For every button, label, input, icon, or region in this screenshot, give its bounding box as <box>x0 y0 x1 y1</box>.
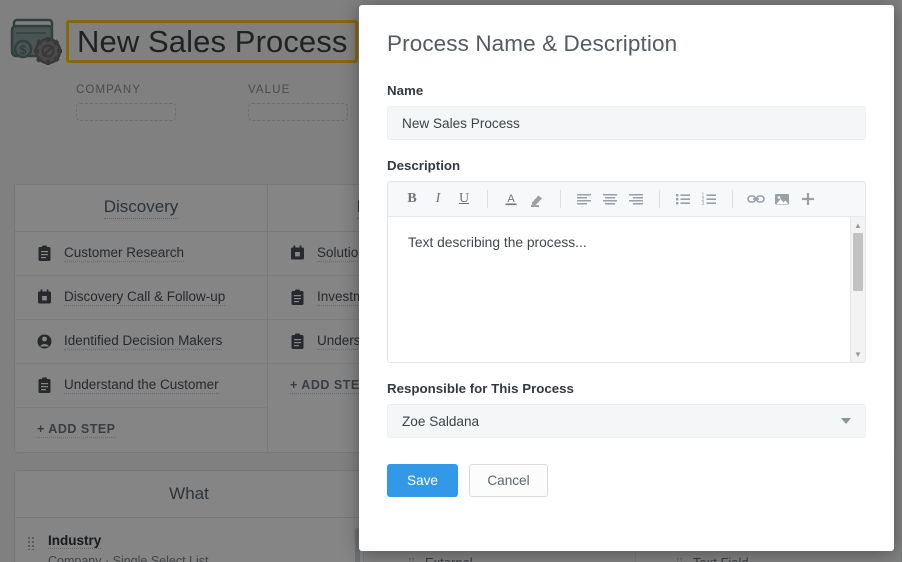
plus-icon[interactable] <box>796 187 820 211</box>
meta-label-company: COMPANY <box>76 84 141 96</box>
cancel-button[interactable]: Cancel <box>469 464 548 497</box>
what-panel-title: What <box>169 484 209 503</box>
toolbar-divider <box>659 190 660 208</box>
step-row[interactable]: Identified Decision Makers <box>15 320 267 364</box>
align-left-icon[interactable] <box>572 187 596 211</box>
description-editor: B I U A 1 2 3 Text describing the proces… <box>387 181 866 363</box>
step-label: Understand the Customer <box>64 377 219 394</box>
italic-icon[interactable]: I <box>426 187 450 211</box>
step-label: Underst <box>317 333 365 350</box>
svg-text:$: $ <box>20 43 27 57</box>
wallet-gear-icon: $ <box>10 16 66 68</box>
list-item[interactable]: Industry Company · Single Select List <box>15 532 363 562</box>
page-title: New Sales Process <box>77 24 348 59</box>
clipboard-icon <box>38 245 51 261</box>
process-title-highlight[interactable]: New Sales Process <box>66 20 359 63</box>
editor-scrollbar[interactable]: ▲ ▼ <box>850 217 865 362</box>
text-color-icon[interactable]: A <box>499 187 523 211</box>
drag-handle-icon[interactable] <box>408 557 415 562</box>
responsible-label: Responsible for This Process <box>387 381 574 396</box>
drag-handle-icon[interactable] <box>27 536 36 550</box>
person-circle-icon <box>37 334 52 349</box>
step-label: Discovery Call & Follow-up <box>64 289 226 306</box>
scrollbar-thumb[interactable] <box>853 233 863 291</box>
screen: $ New Sales Process COMPANY VALUE Discov… <box>0 0 902 562</box>
clipboard-icon <box>291 289 304 305</box>
bullet-list-icon[interactable] <box>671 187 695 211</box>
clipboard-icon <box>291 333 304 349</box>
bold-icon[interactable]: B <box>400 187 424 211</box>
meta-field-value: VALUE <box>248 84 348 121</box>
description-textarea[interactable]: Text describing the process... ▲ ▼ <box>388 217 865 362</box>
calendar-icon <box>38 289 51 304</box>
calendar-icon <box>291 245 304 260</box>
scroll-down-icon[interactable]: ▼ <box>851 347 865 361</box>
list-item[interactable]: External <box>368 552 636 562</box>
meta-field-company: COMPANY <box>76 84 176 121</box>
align-center-icon[interactable] <box>598 187 622 211</box>
field-name: External <box>425 554 473 562</box>
svg-text:3: 3 <box>702 201 705 206</box>
responsible-value: Zoe Saldana <box>402 413 480 429</box>
numbered-list-icon[interactable]: 123 <box>697 187 721 211</box>
what-panel-header: What <box>15 471 363 518</box>
step-row[interactable]: Understand the Customer <box>15 364 267 408</box>
description-label: Description <box>387 158 461 173</box>
clipboard-icon <box>38 377 51 393</box>
toolbar-divider <box>560 190 561 208</box>
company-input[interactable] <box>76 103 176 121</box>
scroll-up-icon[interactable]: ▲ <box>851 218 865 232</box>
save-button[interactable]: Save <box>387 464 458 497</box>
toolbar-divider <box>732 190 733 208</box>
editor-toolbar: B I U A 1 2 3 <box>388 182 865 217</box>
svg-text:A: A <box>507 193 515 205</box>
responsible-select[interactable]: Zoe Saldana <box>387 404 866 438</box>
step-label: Identified Decision Makers <box>64 333 223 350</box>
what-field-panel: What Industry Company · Single Select Li… <box>14 470 364 562</box>
value-input[interactable] <box>248 103 348 121</box>
column-header[interactable]: Discovery <box>15 185 267 232</box>
step-row[interactable]: Customer Research <box>15 232 267 276</box>
drag-handle-icon[interactable] <box>676 557 683 562</box>
highlighter-icon[interactable] <box>525 187 549 211</box>
step-row[interactable]: Discovery Call & Follow-up <box>15 276 267 320</box>
field-name: Text Field <box>693 554 749 562</box>
image-icon[interactable] <box>770 187 794 211</box>
toolbar-divider <box>487 190 488 208</box>
dialog-title: Process Name & Description <box>387 31 678 56</box>
add-step-button[interactable]: + ADD STEP <box>15 408 267 452</box>
description-text: Text describing the process... <box>408 235 587 250</box>
process-meta-row: COMPANY VALUE <box>76 84 348 121</box>
step-label: Customer Research <box>64 245 185 262</box>
field-subtitle: Company · Single Select List <box>48 554 209 562</box>
field-name: Industry <box>48 533 102 549</box>
step-label: Investm <box>317 289 365 306</box>
meta-label-value: VALUE <box>248 84 291 96</box>
name-input[interactable]: New Sales Process <box>387 106 866 140</box>
list-item[interactable]: Text Field <box>636 552 902 562</box>
name-label: Name <box>387 83 424 98</box>
dialog-actions: Save Cancel <box>387 464 866 497</box>
board-column-discovery: Discovery Customer Research Discovery Ca… <box>15 185 268 452</box>
align-right-icon[interactable] <box>624 187 648 211</box>
underline-icon[interactable]: U <box>452 187 476 211</box>
link-icon[interactable] <box>744 187 768 211</box>
column-title-discovery: Discovery <box>103 197 179 219</box>
bottom-field-strip: External Text Field <box>368 552 902 562</box>
chevron-down-icon[interactable] <box>841 418 851 424</box>
process-name-description-dialog: Process Name & Description Name New Sale… <box>359 5 894 551</box>
